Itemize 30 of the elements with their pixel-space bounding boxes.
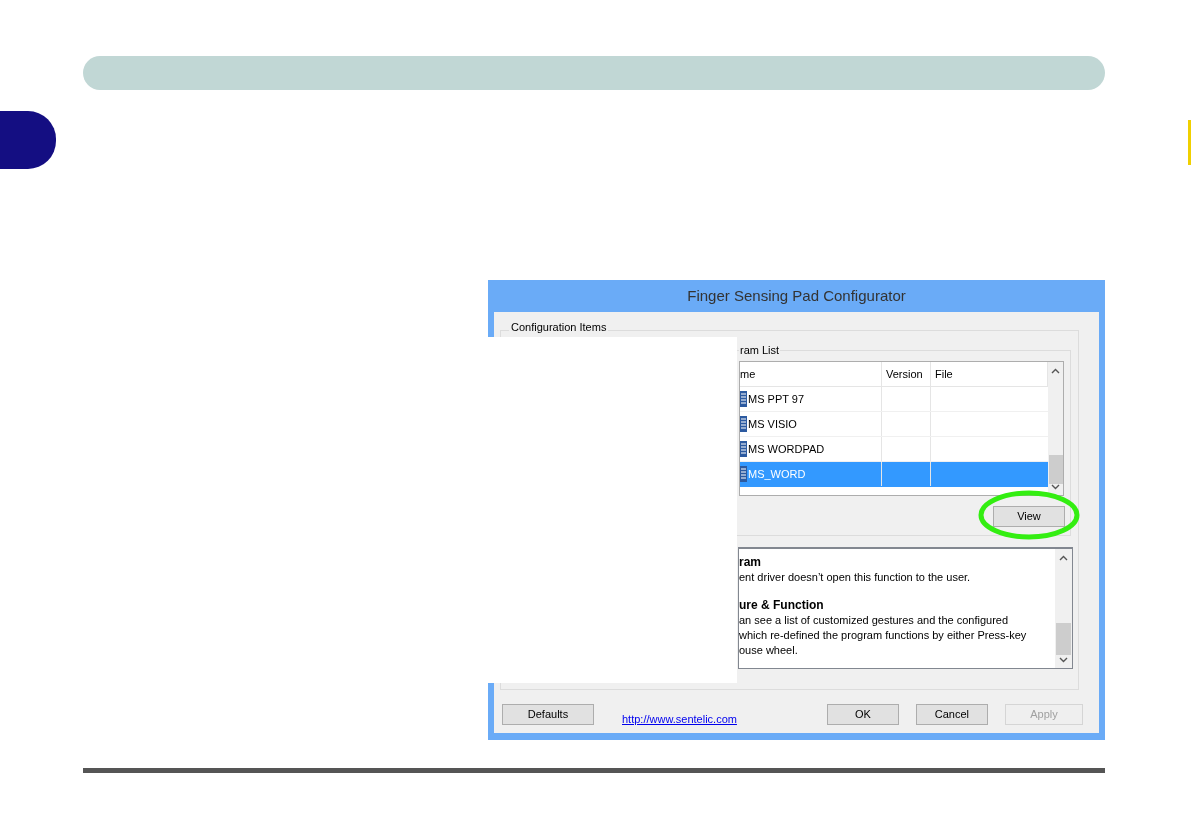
scroll-up-icon[interactable]: [1059, 555, 1069, 561]
column-header[interactable]: me: [740, 362, 882, 386]
table-row[interactable]: MS PPT 97: [740, 387, 1048, 412]
scroll-down-icon[interactable]: [1051, 484, 1060, 490]
edge-mark: [1188, 120, 1191, 165]
description-heading: ram: [739, 555, 762, 570]
description-text: ent driver doesn’t open this function to the user.: [739, 570, 972, 585]
website-link[interactable]: http://www.sentelic.com: [622, 711, 737, 728]
description-heading: ure & Function: [739, 598, 825, 613]
program-name: MS PPT 97: [748, 391, 805, 407]
program-name: MS_WORD: [748, 466, 806, 482]
description-text: an see a list of customized gestures and the configured: [739, 613, 1010, 628]
dialog-button[interactable]: Cancel: [915, 703, 988, 725]
column-header[interactable]: Version: [882, 362, 931, 386]
defaults-button[interactable]: Defaults: [502, 703, 594, 725]
scroll-up-icon[interactable]: [1051, 368, 1060, 374]
window-title: Finger Sensing Pad Configurator: [686, 285, 907, 306]
scroll-thumb[interactable]: [1049, 455, 1063, 484]
group-legend: Configuration Items: [509, 320, 609, 334]
program-name: MS VISIO: [748, 416, 797, 432]
scrollbar[interactable]: [1055, 549, 1072, 668]
program-name: MS WORDPAD: [748, 441, 825, 457]
description-text: ouse wheel.: [739, 643, 799, 658]
scroll-thumb[interactable]: [1056, 623, 1072, 655]
description-text: which re-defined the program functions by either Press-key: [739, 628, 1028, 643]
table-row[interactable]: MS VISIO: [740, 412, 1048, 437]
view-button[interactable]: View: [993, 506, 1065, 527]
dialog-button[interactable]: OK: [826, 703, 899, 725]
scrollbar[interactable]: [1048, 362, 1063, 495]
scroll-down-icon[interactable]: [1059, 657, 1069, 663]
